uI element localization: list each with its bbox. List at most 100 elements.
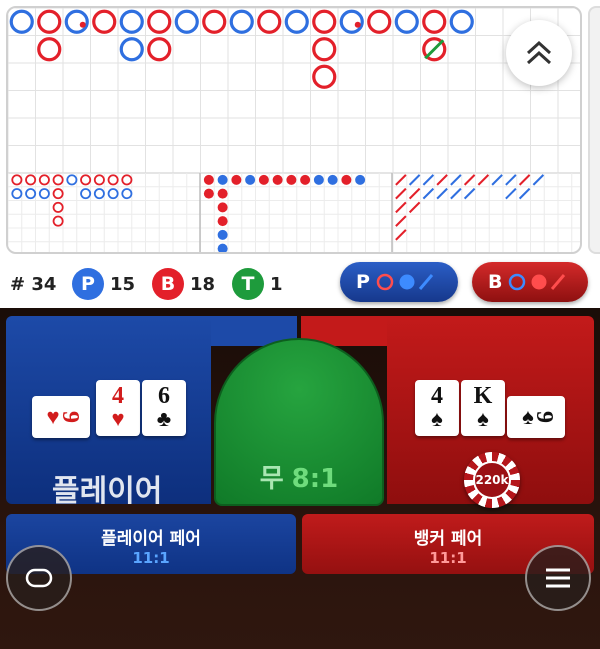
player-predict-button[interactable]: P — [340, 262, 458, 302]
bead-road-mark — [25, 188, 37, 200]
card-suit: ♣ — [156, 406, 172, 431]
cockroach-road-mark — [395, 215, 407, 227]
big-road-mark — [147, 9, 172, 34]
player-dot: P — [72, 268, 104, 300]
tie-dot-mark — [79, 21, 86, 28]
card-rank: 9 — [530, 411, 557, 423]
big-road-mark — [284, 9, 309, 34]
roadmap-board — [6, 6, 582, 254]
big-road-mark — [312, 9, 337, 34]
card-rank: K — [473, 383, 493, 409]
cockroach-road-mark — [422, 187, 435, 200]
big-road-mark — [37, 37, 62, 62]
cockroach-road-mark — [436, 187, 448, 200]
cockroach-road-mark — [422, 174, 435, 186]
bead-road-mark — [93, 188, 105, 200]
bead-road-mark — [80, 188, 92, 200]
bead-road-mark — [66, 174, 78, 186]
cockroach-road-mark — [408, 187, 421, 200]
banker-dot: B — [152, 268, 184, 300]
predict-symbols-icon — [509, 273, 566, 291]
chat-button[interactable] — [6, 545, 72, 611]
collapse-button[interactable] — [506, 20, 572, 86]
banker-predict-button[interactable]: B — [472, 262, 588, 302]
card-rank: 4 — [112, 383, 124, 409]
bead-road-mark — [38, 174, 50, 186]
tie-bet-label: 무 — [259, 464, 284, 494]
card-rank: 9 — [56, 411, 83, 423]
card-rank: 6 — [158, 383, 170, 409]
chip-value: 220k — [473, 461, 511, 499]
small-road-mark — [217, 229, 228, 240]
cockroach-road-mark — [518, 187, 531, 200]
bead-road-mark — [107, 174, 119, 186]
small-road-mark — [327, 174, 338, 185]
bet-chip: 220k — [464, 452, 520, 508]
card-suit: ♥ — [111, 406, 125, 431]
banker-predict-label: B — [488, 271, 503, 293]
small-road-mark — [300, 174, 311, 185]
small-road-mark — [286, 174, 297, 185]
tie-count-text: 1 — [270, 273, 283, 295]
player-count-text: 15 — [110, 273, 136, 295]
big-road-mark — [202, 9, 227, 34]
bead-road-mark — [52, 215, 64, 227]
round-count-text: # 34 — [10, 273, 57, 295]
next-panel-edge[interactable] — [588, 6, 600, 254]
big-road-mark — [92, 9, 117, 34]
card-suit: ♠ — [431, 406, 443, 431]
bead-road-mark — [52, 201, 64, 213]
player-predict-label: P — [356, 271, 370, 293]
cockroach-road-mark — [463, 187, 476, 200]
big-road-mark — [147, 37, 172, 62]
bead-road-mark — [93, 174, 105, 186]
small-road-mark — [355, 174, 366, 185]
big-road-mark — [339, 9, 364, 34]
player-bet-area[interactable]: ♥ 9 4 ♥ 6 ♣ 플레이어 — [6, 316, 211, 509]
hamburger-menu-icon — [546, 568, 570, 588]
small-road-mark — [217, 174, 228, 185]
chat-bubble-icon — [25, 568, 53, 588]
banker-count-text: 18 — [190, 273, 216, 295]
banker-bet-area[interactable]: 4 ♠ K ♠ ♠ 9 220k — [387, 316, 594, 508]
bead-road-mark — [107, 188, 119, 200]
cockroach-road-mark — [518, 174, 531, 186]
roadmap-grid — [8, 8, 580, 252]
big-road-mark — [119, 37, 144, 62]
big-road-mark — [37, 9, 62, 34]
cockroach-road-mark — [450, 174, 462, 186]
cockroach-road-mark — [408, 201, 421, 214]
small-road-mark — [313, 174, 324, 185]
bead-road-mark — [11, 174, 23, 186]
bead-road-mark — [52, 174, 64, 186]
playing-card: ♠ 9 — [507, 396, 565, 438]
small-road-mark — [217, 202, 228, 213]
small-road-mark — [341, 174, 352, 185]
small-road-mark — [217, 243, 228, 252]
small-road-mark — [231, 174, 242, 185]
card-suit: ♠ — [477, 406, 489, 431]
cockroach-road-mark — [395, 174, 407, 186]
playing-card: K ♠ — [461, 380, 505, 436]
bead-road-mark — [38, 188, 50, 200]
big-road-mark — [64, 9, 89, 34]
tie-dot-mark — [354, 21, 361, 28]
card-rank: 4 — [431, 383, 443, 409]
bead-road-mark — [25, 174, 37, 186]
betting-table: ♥ 9 4 ♥ 6 ♣ 플레이어 4 ♠ K ♠ ♠ 9 220k 무 8:1 플레이어 페어 11:… — [0, 308, 600, 649]
cockroach-road-mark — [408, 174, 421, 186]
cockroach-road-mark — [395, 201, 407, 214]
cockroach-road-mark — [436, 174, 448, 186]
big-road-mark — [257, 9, 282, 34]
tie-bet-area[interactable]: 무 8:1 — [214, 338, 384, 506]
big-road-mark — [119, 9, 144, 34]
big-road-mark — [9, 9, 34, 34]
big-road-mark — [174, 9, 199, 34]
menu-button[interactable] — [525, 545, 591, 611]
bead-road-mark — [52, 188, 64, 200]
cockroach-road-mark — [532, 174, 545, 186]
cockroach-road-mark — [463, 174, 476, 186]
bead-road-mark — [11, 188, 23, 200]
tie-label-group: 무 8:1 — [216, 458, 382, 495]
cockroach-road-mark — [395, 229, 407, 241]
